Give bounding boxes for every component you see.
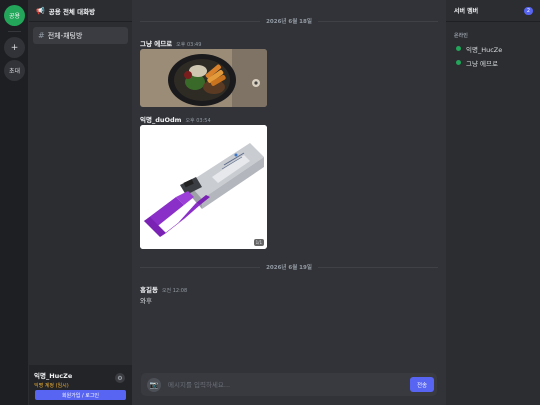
- food-image[interactable]: [140, 49, 267, 107]
- hash-icon: #: [38, 31, 45, 40]
- rail-divider: [8, 31, 21, 32]
- user-name: 익명_HucZe: [34, 372, 73, 380]
- member-sidebar: 서버 멤버 2 온라인 익명_HucZe 그냥 에므로: [446, 0, 540, 405]
- online-status-icon: [456, 46, 461, 51]
- message-input[interactable]: [168, 380, 410, 389]
- online-status-icon: [456, 60, 461, 65]
- transceiver-photo: [140, 125, 267, 249]
- channel-sidebar: 📢 공용 전체 대화방 # 전체-채팅방: [29, 0, 132, 405]
- camera-icon[interactable]: 📷: [147, 377, 161, 392]
- channel-label: 전체-채팅방: [47, 31, 83, 40]
- settings-icon[interactable]: ⚙: [115, 373, 125, 383]
- channel-item-general[interactable]: # 전체-채팅방: [33, 27, 128, 44]
- message-time: 오후 03:54: [185, 118, 211, 124]
- signup-login-button[interactable]: 회원가입 / 로그인: [35, 390, 126, 400]
- message-author[interactable]: 익명_duOdm 오후 03:54: [140, 114, 211, 124]
- message-time: 오후 03:49: [176, 42, 202, 48]
- guild-name: 공용 전체 대화방: [48, 7, 96, 16]
- online-section-label: 온라인: [454, 33, 468, 39]
- megaphone-icon: 📢: [36, 6, 45, 15]
- message-author[interactable]: 그냥 에므로 오후 03:49: [140, 38, 201, 48]
- server-rail: 공용 + 초대: [0, 0, 29, 405]
- send-button[interactable]: 전송: [410, 377, 434, 392]
- invite-button[interactable]: 초대: [4, 60, 25, 81]
- date-divider: 2026년 6월 18일: [140, 16, 438, 26]
- image-counter: 1/1: [253, 239, 264, 246]
- chat-area: 2026년 6월 18일 그냥 에므로 오후 03:49 익명_duOdm 오후 0…: [132, 0, 446, 405]
- message-composer: 📷 전송: [141, 373, 437, 396]
- message-author[interactable]: 홍길동 오전 12:08: [140, 284, 187, 294]
- member-count-badge: 2: [523, 7, 533, 15]
- message-text: 와후: [140, 297, 152, 305]
- message-time: 오전 12:08: [161, 288, 188, 294]
- user-status: 익명 계정 (임시): [34, 383, 69, 389]
- date-divider: 2026년 6월 19일: [140, 262, 438, 272]
- guild-header[interactable]: 📢 공용 전체 대화방: [29, 0, 132, 22]
- server-home-button[interactable]: 공용: [4, 5, 25, 26]
- transceiver-image[interactable]: 1/1: [140, 125, 267, 249]
- add-server-button[interactable]: +: [4, 37, 25, 58]
- member-item[interactable]: 익명_HucZe: [456, 44, 540, 54]
- food-photo: [140, 49, 267, 107]
- member-item[interactable]: 그냥 에므로: [456, 58, 540, 68]
- user-panel: 익명_HucZe 익명 계정 (임시) ⚙ 회원가입 / 로그인: [29, 365, 132, 405]
